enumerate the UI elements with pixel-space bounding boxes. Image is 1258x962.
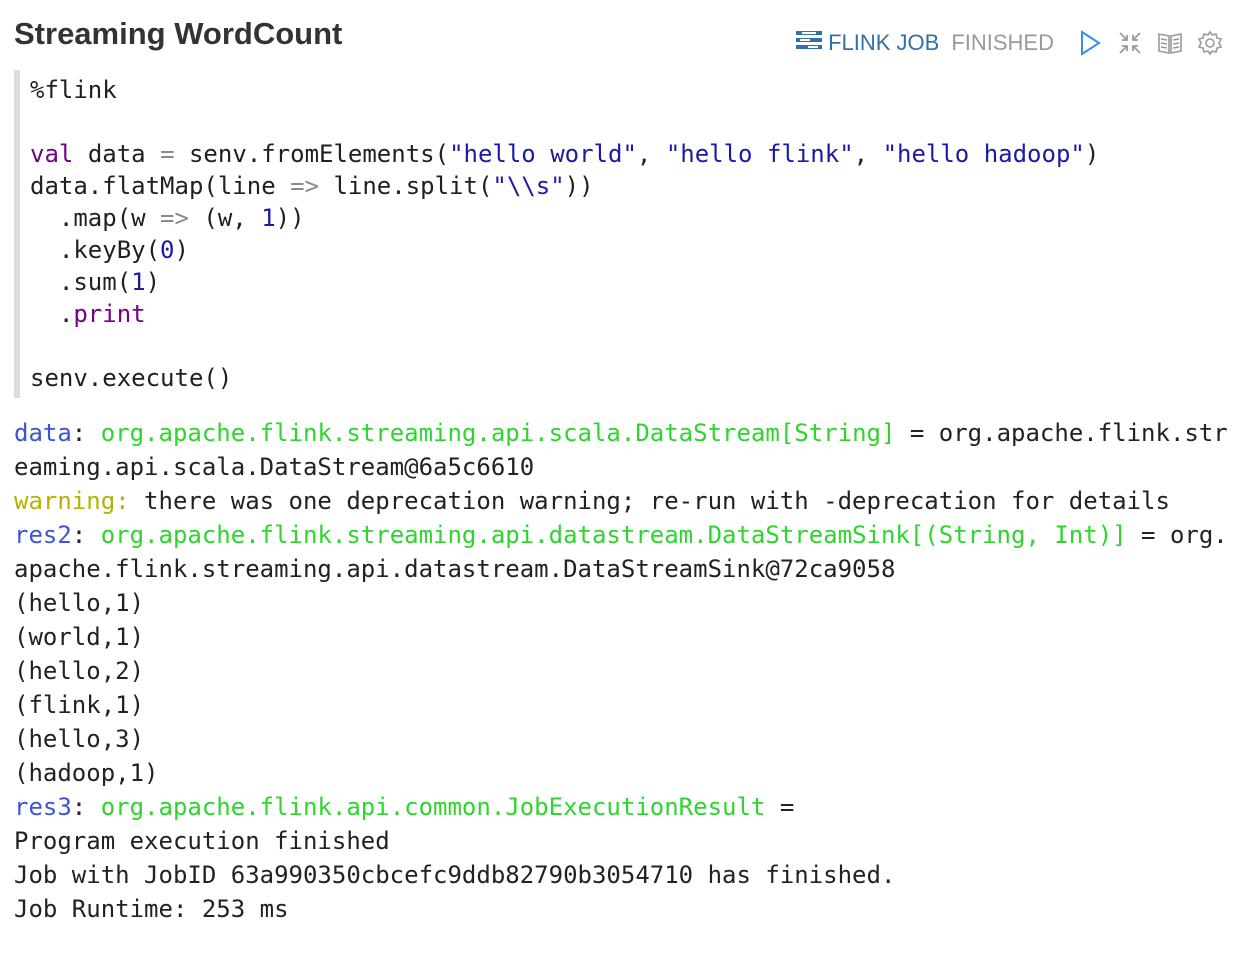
book-icon[interactable]: [1156, 28, 1184, 58]
compress-icon[interactable]: [1116, 28, 1144, 58]
output-line: Program execution finished: [14, 827, 390, 855]
flink-job-link[interactable]: FLINK JOB: [796, 30, 939, 56]
result-line: (world,1): [14, 623, 145, 651]
code-line-empty[interactable]: [30, 106, 1220, 138]
output-line: Job with JobID 63a990350cbcefc9ddb82790b…: [14, 861, 896, 889]
output-line: res2: org.apache.flink.streaming.api.dat…: [14, 521, 1228, 549]
output-line: eaming.api.scala.DataStream@6a5c6610: [14, 453, 535, 481]
play-icon[interactable]: [1076, 28, 1104, 58]
paragraph-output: data: org.apache.flink.streaming.api.sca…: [14, 416, 1234, 926]
code-line[interactable]: %flink: [30, 74, 1220, 106]
flink-job-label[interactable]: FLINK JOB: [828, 30, 939, 56]
paragraph-title[interactable]: Streaming WordCount: [14, 16, 342, 52]
code-line[interactable]: senv.execute(): [30, 362, 1220, 394]
output-line: apache.flink.streaming.api.datastream.Da…: [14, 555, 896, 583]
code-editor[interactable]: %flink val data = senv.fromElements("hell…: [14, 70, 1220, 398]
gear-icon[interactable]: [1196, 28, 1224, 58]
code-line[interactable]: .map(w => (w, 1)): [30, 202, 1220, 234]
output-warning-line: warning: there was one deprecation warni…: [14, 487, 1170, 515]
result-line: (hello,1): [14, 589, 145, 617]
code-line[interactable]: .sum(1): [30, 266, 1220, 298]
paragraph-status: FINISHED: [951, 30, 1054, 55]
result-line: (hello,3): [14, 725, 145, 753]
code-line[interactable]: data.flatMap(line => line.split("\\s")): [30, 170, 1220, 202]
result-line: (flink,1): [14, 691, 145, 719]
result-line: (hadoop,1): [14, 759, 159, 787]
code-line[interactable]: .print: [30, 298, 1220, 330]
code-line[interactable]: .keyBy(0): [30, 234, 1220, 266]
output-line: Job Runtime: 253 ms: [14, 895, 289, 923]
result-line: (hello,2): [14, 657, 145, 685]
paragraph-header-controls: FLINK JOB FINISHED: [796, 28, 1224, 58]
tasks-icon: [796, 30, 823, 56]
code-line-empty[interactable]: [30, 330, 1220, 362]
code-line[interactable]: val data = senv.fromElements("hello worl…: [30, 138, 1220, 170]
output-line: res3: org.apache.flink.api.common.JobExe…: [14, 793, 795, 821]
output-line: data: org.apache.flink.streaming.api.sca…: [14, 419, 1228, 447]
